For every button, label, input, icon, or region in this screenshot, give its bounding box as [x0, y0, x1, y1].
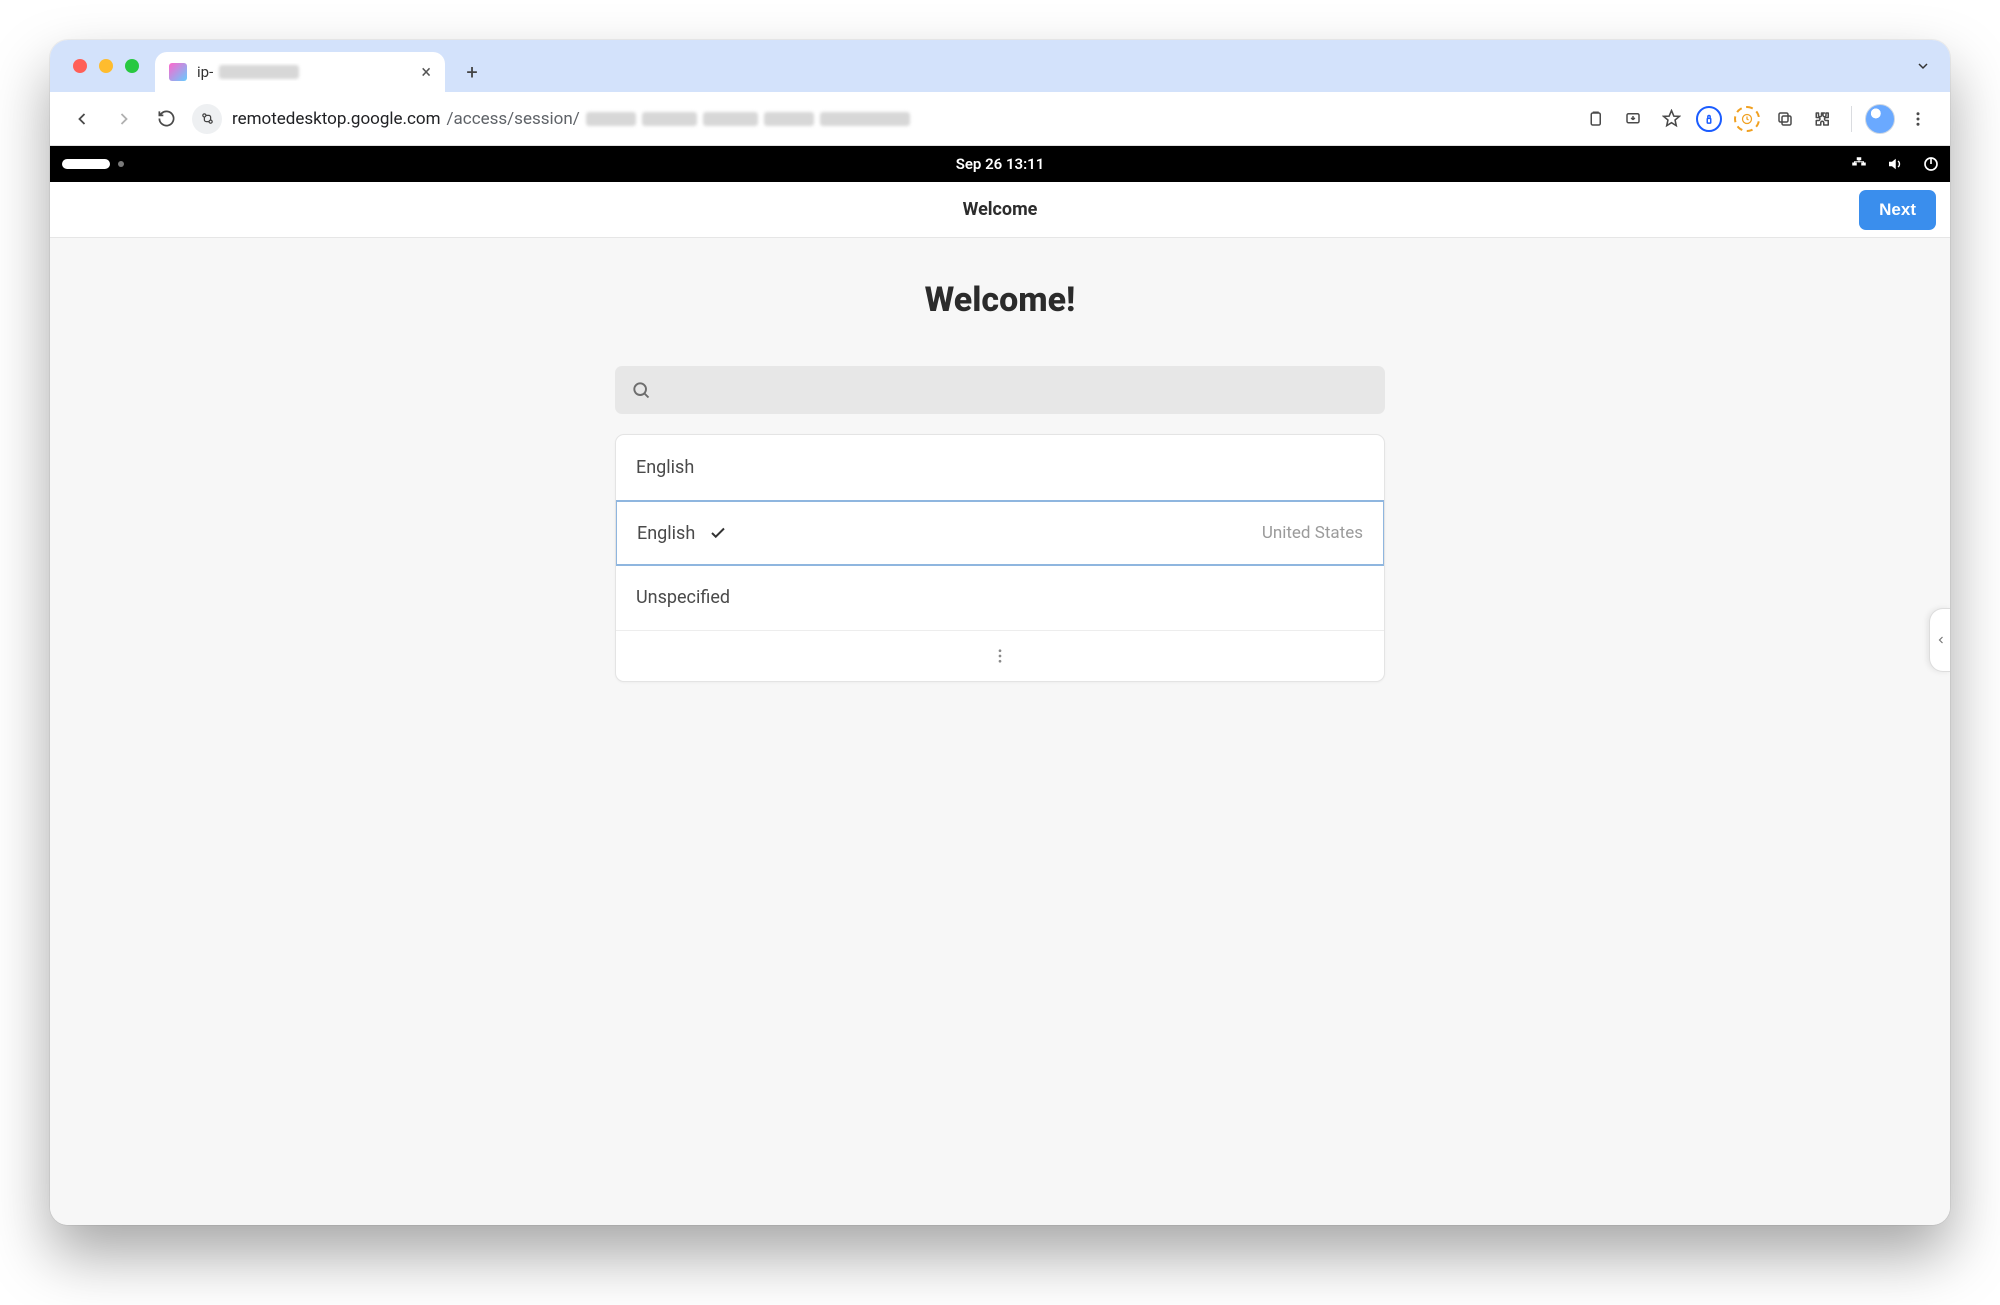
- language-row[interactable]: English: [616, 435, 1384, 501]
- install-icon[interactable]: [1615, 101, 1651, 137]
- url-text: remotedesktop.google.com/access/session/: [232, 109, 910, 129]
- separator: [1851, 106, 1852, 132]
- window-close-button[interactable]: [73, 59, 87, 73]
- back-button[interactable]: [64, 101, 100, 137]
- toolbar-actions: [1577, 101, 1936, 137]
- clock-label[interactable]: Sep 26 13:11: [956, 155, 1045, 173]
- copy-icon[interactable]: [1767, 101, 1803, 137]
- app-header: Welcome Next: [50, 182, 1950, 238]
- side-panel-handle[interactable]: [1929, 608, 1950, 672]
- window-minimize-button[interactable]: [99, 59, 113, 73]
- clipboard-icon[interactable]: [1577, 101, 1613, 137]
- language-list: English English United States Unspecifie…: [615, 434, 1385, 682]
- browser-toolbar: remotedesktop.google.com/access/session/: [50, 92, 1950, 146]
- browser-window: ip- × +: [50, 40, 1950, 1225]
- activities-indicator[interactable]: [62, 159, 110, 169]
- search-icon: [631, 380, 651, 400]
- window-zoom-button[interactable]: [125, 59, 139, 73]
- network-icon[interactable]: [1850, 155, 1868, 173]
- activities-dot: [118, 161, 124, 167]
- language-row-selected[interactable]: English United States: [615, 500, 1385, 566]
- tab-favicon: [169, 63, 187, 81]
- check-icon: [709, 524, 727, 542]
- tab-close-button[interactable]: ×: [421, 62, 431, 83]
- bookmark-star-icon[interactable]: [1653, 101, 1689, 137]
- language-label: Unspecified: [636, 587, 730, 608]
- browser-tab[interactable]: ip- ×: [155, 52, 445, 92]
- new-tab-button[interactable]: +: [455, 55, 489, 89]
- address-bar[interactable]: remotedesktop.google.com/access/session/: [190, 99, 1571, 139]
- remote-top-bar: Sep 26 13:11: [50, 146, 1950, 182]
- next-button[interactable]: Next: [1859, 190, 1936, 230]
- chrome-menu-button[interactable]: [1900, 101, 1936, 137]
- hero-title: Welcome!: [925, 280, 1076, 320]
- language-row[interactable]: Unspecified: [616, 565, 1384, 631]
- app-header-title: Welcome: [963, 199, 1038, 220]
- window-controls: [65, 40, 155, 92]
- redacted-text: [219, 65, 299, 79]
- extensions-puzzle-icon[interactable]: [1805, 101, 1841, 137]
- language-search-input[interactable]: [663, 380, 1369, 400]
- forward-button[interactable]: [106, 101, 142, 137]
- volume-icon[interactable]: [1886, 155, 1904, 173]
- extension-onepassword-icon[interactable]: [1691, 101, 1727, 137]
- language-label: English: [637, 523, 695, 544]
- language-sublabel: United States: [1262, 523, 1363, 543]
- site-info-button[interactable]: [192, 104, 222, 134]
- tabs-overflow-button[interactable]: [1908, 51, 1938, 81]
- language-search[interactable]: [615, 366, 1385, 414]
- more-languages-button[interactable]: [616, 631, 1384, 681]
- extension-clock-icon[interactable]: [1729, 101, 1765, 137]
- setup-canvas: Welcome! English English: [50, 238, 1950, 1225]
- profile-avatar[interactable]: [1862, 101, 1898, 137]
- power-icon[interactable]: [1922, 155, 1940, 173]
- tab-strip: ip- × +: [50, 40, 1950, 92]
- reload-button[interactable]: [148, 101, 184, 137]
- tab-title: ip-: [197, 63, 213, 81]
- language-label: English: [636, 457, 694, 478]
